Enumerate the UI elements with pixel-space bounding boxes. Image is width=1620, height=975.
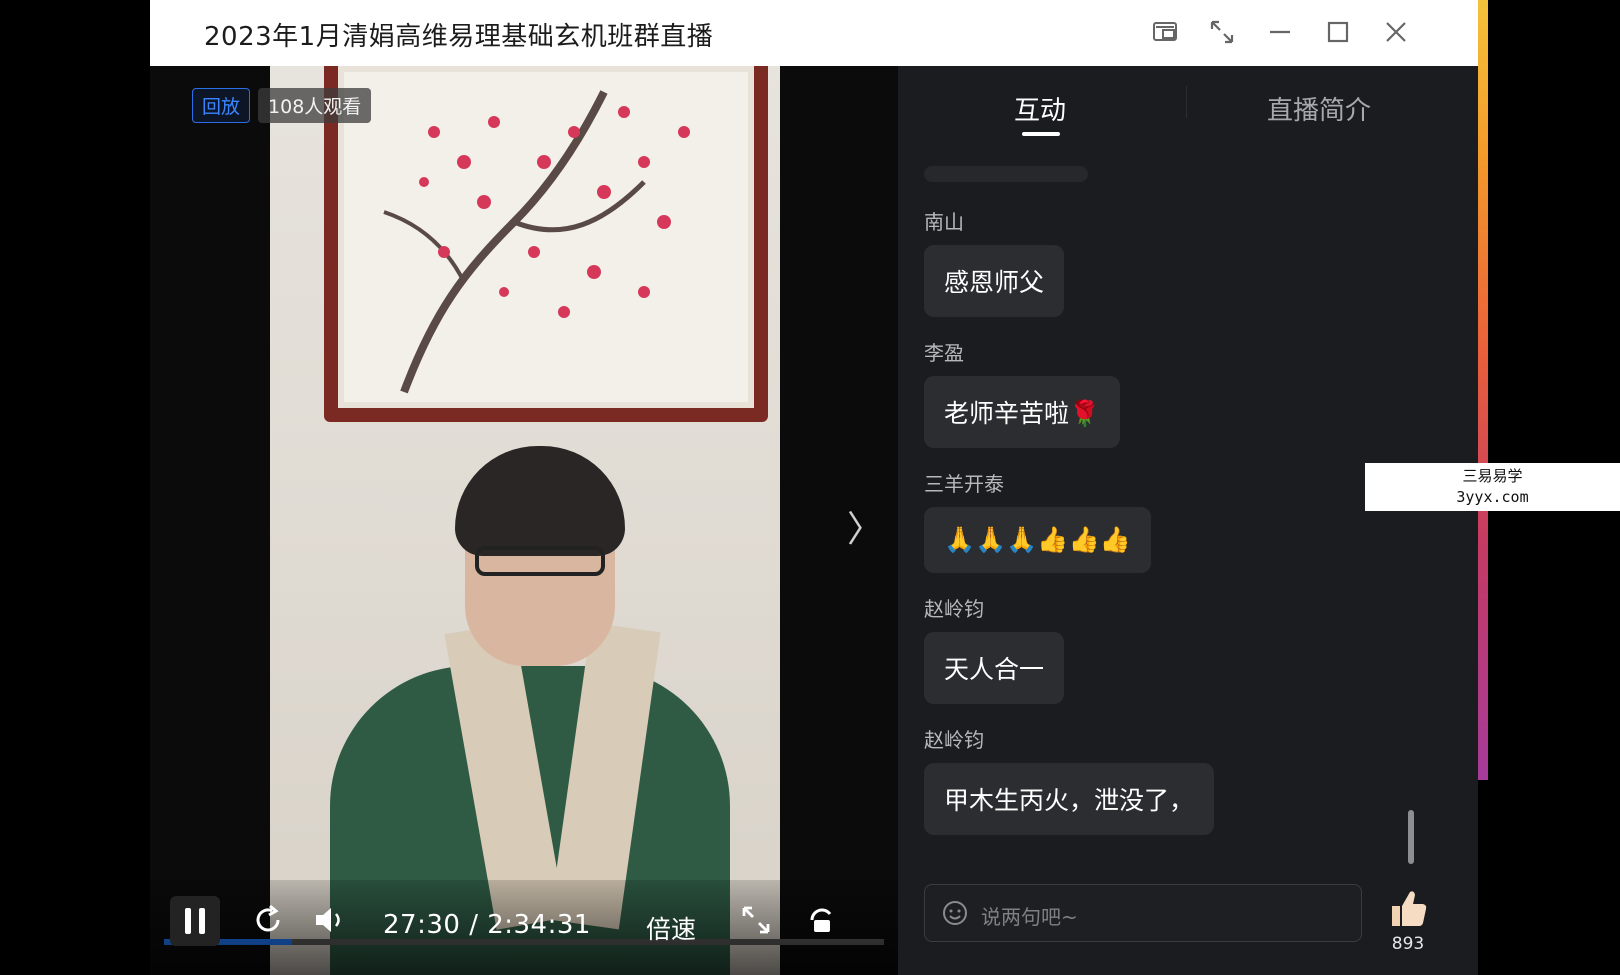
message-bubble: 感恩师父: [924, 245, 1065, 317]
chat-input[interactable]: 说两句吧~: [924, 884, 1362, 942]
list-item: 南山 感恩师父: [924, 206, 1444, 317]
viewer-count: 108人观看: [258, 88, 372, 123]
message-list: 南山 感恩师父 李盈 老师辛苦啦🌹 三羊开泰 🙏🙏🙏👍👍👍 赵岭钧 天人合一 赵…: [924, 206, 1444, 855]
message-bubble: 甲木生丙火，泄没了，: [924, 763, 1215, 835]
message-bubble: 🙏🙏🙏👍👍👍: [924, 507, 1151, 573]
chat-tabs: 互动 直播简介: [898, 66, 1478, 156]
speed-button[interactable]: 倍速: [646, 910, 696, 946]
pause-icon[interactable]: [170, 896, 220, 946]
message-user: 赵岭钧: [924, 597, 984, 621]
chevron-right-icon[interactable]: 〉: [847, 500, 883, 552]
watermark-line2: 3yyx.com: [1456, 488, 1529, 506]
pip-icon[interactable]: [1150, 16, 1182, 48]
tab-divider: [1186, 86, 1187, 118]
watermark: 三易易学 3yyx.com: [1365, 463, 1620, 511]
tab-live-intro[interactable]: 直播简介: [1267, 90, 1371, 127]
list-item: 赵岭钧 天人合一: [924, 593, 1444, 704]
title-bar: 2023年1月清娟高维易理基础玄机班群直播: [150, 0, 1478, 67]
replay-icon[interactable]: [250, 902, 286, 942]
expand-icon[interactable]: [738, 902, 774, 942]
chat-scrollbar[interactable]: [1408, 810, 1414, 864]
person-hair: [455, 446, 625, 556]
message-user: 南山: [924, 210, 964, 234]
window-title: 2023年1月清娟高维易理基础玄机班群直播: [204, 22, 714, 52]
video-badges: 回放 108人观看: [192, 88, 372, 123]
emoji-icon[interactable]: [941, 899, 969, 927]
chat-panel: 互动 直播简介 南山 感恩师父 李盈 老师辛苦啦🌹 三羊开泰 🙏🙏🙏👍👍👍 赵岭…: [898, 66, 1478, 975]
list-item: 赵岭钧 甲木生丙火，泄没了，: [924, 724, 1444, 835]
close-icon[interactable]: [1380, 16, 1412, 48]
message-user: 赵岭钧: [924, 728, 984, 752]
minimize-icon[interactable]: [1264, 16, 1296, 48]
like-count: 893: [1391, 934, 1425, 954]
replay-badge: 回放: [192, 88, 251, 123]
message-user: 李盈: [924, 341, 964, 365]
fullscreen-icon[interactable]: [1206, 16, 1238, 48]
loading-placeholder: [924, 166, 1088, 182]
like-button[interactable]: 893: [1378, 886, 1438, 956]
live-player-window: 2023年1月清娟高维易理基础玄机班群直播 回放 108人观看 〉 27:30 …: [150, 0, 1478, 975]
active-tab-indicator: [1022, 132, 1060, 136]
video-frame: [270, 66, 780, 975]
video-player[interactable]: 回放 108人观看 〉 27:30 / 2:34:31 倍速: [150, 66, 898, 975]
volume-icon[interactable]: [312, 902, 348, 942]
message-bubble: 老师辛苦啦🌹: [924, 376, 1121, 448]
maximize-icon[interactable]: [1322, 16, 1354, 48]
time-display: 27:30 / 2:34:31: [383, 910, 591, 940]
rotate-icon[interactable]: [804, 902, 840, 942]
list-item: 李盈 老师辛苦啦🌹: [924, 337, 1444, 448]
glasses: [475, 546, 605, 576]
input-placeholder: 说两句吧~: [981, 905, 1078, 929]
watermark-line1: 三易易学: [1462, 467, 1523, 485]
tab-interaction[interactable]: 互动: [1014, 90, 1066, 127]
thumbs-up-icon: [1378, 886, 1438, 932]
player-controls: 27:30 / 2:34:31 倍速: [150, 880, 898, 975]
desktop-background-strip: [1478, 0, 1488, 780]
plum-blossom-painting: [324, 66, 768, 422]
message-bubble: 天人合一: [924, 632, 1065, 704]
left-background: [0, 0, 150, 975]
